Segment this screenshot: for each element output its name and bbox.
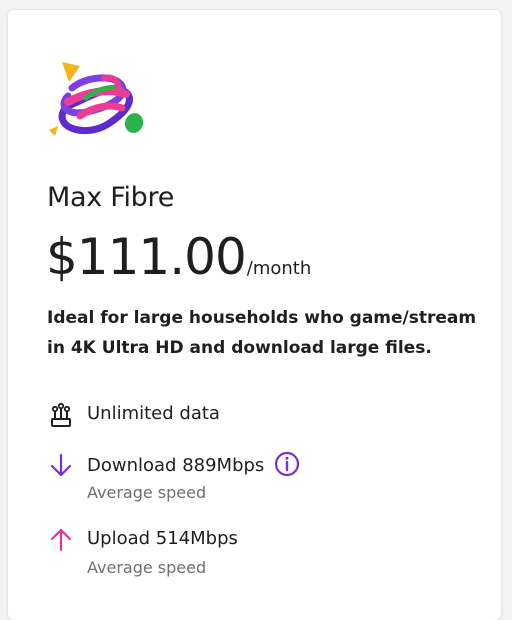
plan-card: Max Fibre $111.00/month Ideal for large … <box>8 10 501 620</box>
feature-sublabel: Average speed <box>87 483 207 502</box>
upload-arrow-icon <box>50 528 72 552</box>
plan-description: Ideal for large households who game/stre… <box>47 308 477 358</box>
feature-label: Unlimited data <box>87 403 220 424</box>
info-icon[interactable] <box>274 451 300 477</box>
wifi-router-icon <box>51 402 71 427</box>
plan-name: Max Fibre <box>47 182 175 213</box>
feature-label: Download 889Mbps <box>87 451 300 479</box>
download-arrow-icon <box>50 453 72 477</box>
price-period: /month <box>246 258 312 279</box>
plan-price: $111.00 <box>46 228 247 286</box>
max-fibre-illustration <box>49 62 144 136</box>
feature-label: Upload 514Mbps <box>87 528 238 549</box>
price-row: $111.00/month <box>46 228 311 286</box>
feature-sublabel: Average speed <box>87 558 207 577</box>
download-speed-label: Download 889Mbps <box>87 455 265 476</box>
